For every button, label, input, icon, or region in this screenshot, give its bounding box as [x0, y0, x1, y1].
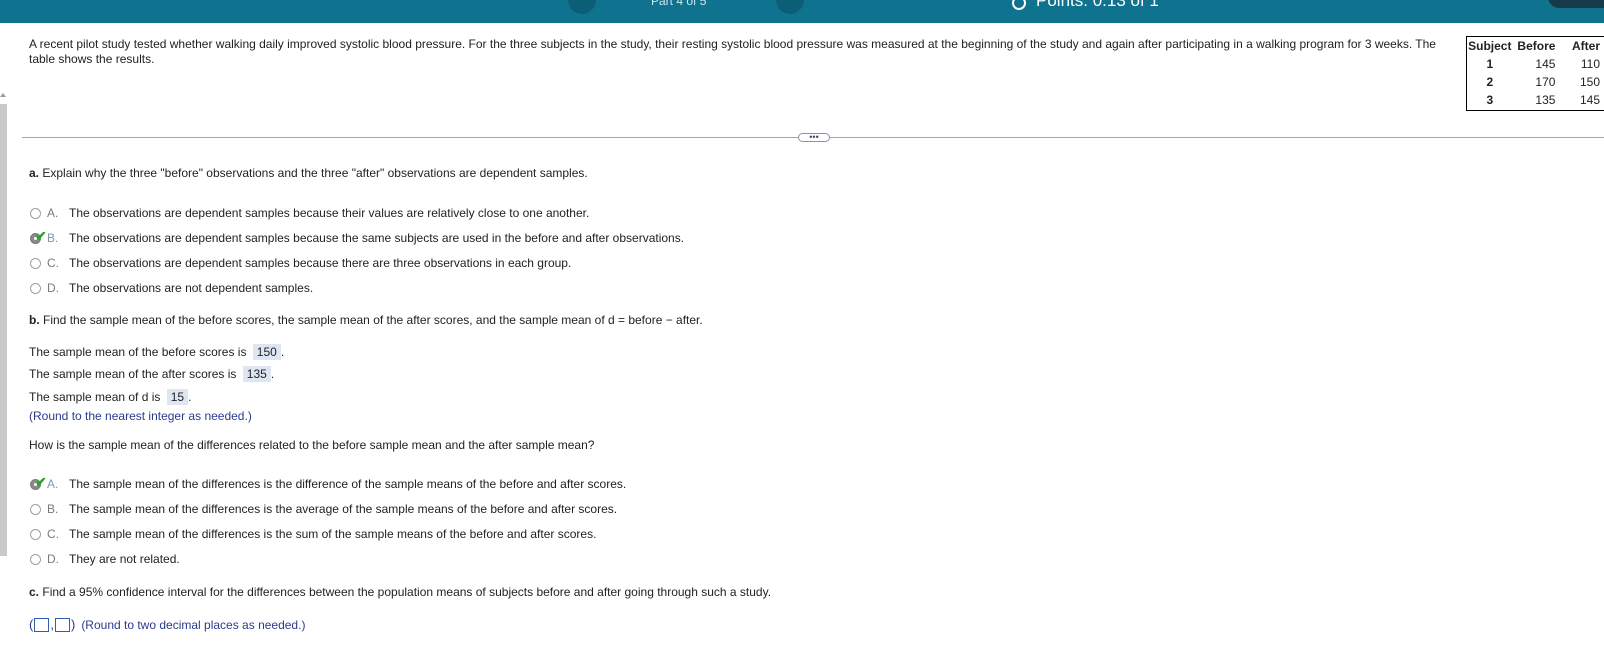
table-cell: 170 — [1535, 75, 1556, 89]
part-a-option-c[interactable]: C. The observations are dependent sample… — [30, 256, 571, 270]
option-text: They are not related. — [69, 552, 180, 566]
comma: , — [50, 617, 54, 632]
part-b-letter: b. — [29, 313, 40, 327]
confidence-interval-row: ( , ) (Round to two decimal places as ne… — [29, 617, 305, 632]
part-c-question: c. Find a 95% confidence interval for th… — [29, 585, 771, 599]
part-b-question-text: Find the sample mean of the before score… — [43, 313, 703, 327]
table-header-row: Subject Before After — [1467, 37, 1604, 57]
part-a-option-b[interactable]: ✔ B. The observations are dependent samp… — [30, 229, 685, 245]
part-a-question: a. Explain why the three "before" observ… — [29, 166, 588, 180]
ci-upper-input[interactable] — [54, 617, 70, 632]
option-letter: B. — [47, 231, 59, 245]
option-letter: C. — [47, 256, 59, 270]
before-mean-answer[interactable]: 150 — [252, 344, 281, 360]
part-a-option-a[interactable]: A. The observations are dependent sample… — [30, 206, 589, 220]
part-c-letter: c. — [29, 585, 40, 599]
after-mean-label: The sample mean of the after scores is — [29, 367, 237, 381]
option-text: The sample mean of the differences is th… — [69, 477, 627, 491]
checkmark-icon: ✔ — [35, 227, 47, 244]
option-text: The observations are dependent samples b… — [69, 256, 572, 270]
part-a-option-d[interactable]: D. The observations are not dependent sa… — [30, 281, 313, 295]
option-text: The sample mean of the differences is th… — [69, 502, 618, 516]
next-part-button[interactable] — [776, 0, 804, 14]
data-table: Subject Before After 1 145 110 2 170 150… — [1466, 36, 1604, 111]
radio-button[interactable] — [30, 503, 41, 515]
option-text: The observations are not dependent sampl… — [69, 281, 314, 295]
radio-button-selected[interactable]: ✔ — [30, 475, 47, 490]
table-row: 3 135 145 — [1467, 92, 1604, 111]
option-text: The sample mean of the differences is th… — [69, 527, 597, 541]
top-bar: Part 4 of 5 Points: 0.13 of 1 — [0, 0, 1604, 23]
part-c-question-text: Find a 95% confidence interval for the d… — [42, 585, 772, 599]
radio-button[interactable] — [30, 553, 41, 565]
points-indicator: Points: 0.13 of 1 — [1012, 0, 1159, 11]
option-text: The observations are dependent samples b… — [69, 206, 590, 220]
problem-intro: A recent pilot study tested whether walk… — [29, 37, 1436, 66]
option-letter: D. — [47, 552, 59, 566]
ci-round-hint: (Round to two decimal places as needed.) — [81, 617, 306, 632]
points-icon — [1012, 0, 1026, 10]
radio-button-selected[interactable]: ✔ — [30, 229, 47, 244]
after-mean-answer[interactable]: 135 — [242, 366, 271, 382]
ci-lower-input[interactable] — [34, 617, 50, 632]
part-b-option-a[interactable]: ✔ A. The sample mean of the differences … — [30, 475, 627, 491]
expand-button[interactable]: ••• — [798, 133, 830, 142]
scrollbar[interactable] — [0, 104, 7, 556]
part-b-option-b[interactable]: B. The sample mean of the differences is… — [30, 502, 617, 516]
relation-question: How is the sample mean of the difference… — [29, 438, 595, 452]
option-letter: D. — [47, 281, 59, 295]
radio-button[interactable] — [30, 207, 41, 219]
option-text: The observations are dependent samples b… — [69, 231, 685, 245]
open-paren: ( — [29, 617, 34, 632]
table-cell: 145 — [1579, 93, 1600, 107]
d-mean-label: The sample mean of d is — [29, 390, 161, 404]
option-letter: B. — [47, 502, 59, 516]
top-right-button[interactable] — [1548, 0, 1604, 8]
part-a-question-text: Explain why the three "before" observati… — [42, 166, 588, 180]
table-cell: 3 — [1486, 93, 1494, 107]
part-indicator: Part 4 of 5 — [651, 0, 707, 8]
after-mean-line: The sample mean of the after scores is 1… — [29, 366, 274, 382]
table-cell: 150 — [1579, 75, 1600, 89]
table-cell: 1 — [1486, 57, 1494, 71]
radio-button[interactable] — [30, 257, 41, 269]
table-cell: 135 — [1535, 93, 1556, 107]
period: . — [280, 345, 285, 359]
previous-part-button[interactable] — [568, 0, 596, 14]
option-letter: A. — [47, 206, 59, 220]
radio-button[interactable] — [30, 528, 41, 540]
table-header: Before — [1517, 39, 1556, 53]
checkmark-icon: ✔ — [35, 473, 47, 490]
table-header: Subject — [1468, 39, 1512, 53]
table-cell: 110 — [1580, 57, 1600, 71]
part-b-question: b. Find the sample mean of the before sc… — [29, 313, 703, 327]
part-a-letter: a. — [29, 166, 40, 180]
radio-button[interactable] — [30, 282, 41, 294]
period: . — [270, 367, 275, 381]
period: . — [188, 390, 192, 404]
before-mean-label: The sample mean of the before scores is — [29, 345, 247, 359]
scroll-up-icon[interactable] — [0, 93, 6, 97]
d-mean-line: The sample mean of d is 15. — [29, 389, 191, 405]
table-row: 1 145 110 — [1467, 56, 1604, 74]
table-row: 2 170 150 — [1467, 74, 1604, 92]
table-cell: 145 — [1535, 57, 1556, 71]
round-hint: (Round to the nearest integer as needed.… — [29, 409, 252, 423]
before-mean-line: The sample mean of the before scores is … — [29, 344, 284, 360]
part-b-option-d[interactable]: D. They are not related. — [30, 552, 180, 566]
d-mean-answer[interactable]: 15 — [166, 389, 189, 405]
option-letter: C. — [47, 527, 59, 541]
option-letter: A. — [47, 477, 59, 491]
table-cell: 2 — [1486, 75, 1494, 89]
points-label: Points: 0.13 of 1 — [1036, 0, 1159, 10]
part-b-option-c[interactable]: C. The sample mean of the differences is… — [30, 527, 596, 541]
close-paren: ) — [70, 617, 76, 632]
table-header: After — [1571, 39, 1600, 53]
